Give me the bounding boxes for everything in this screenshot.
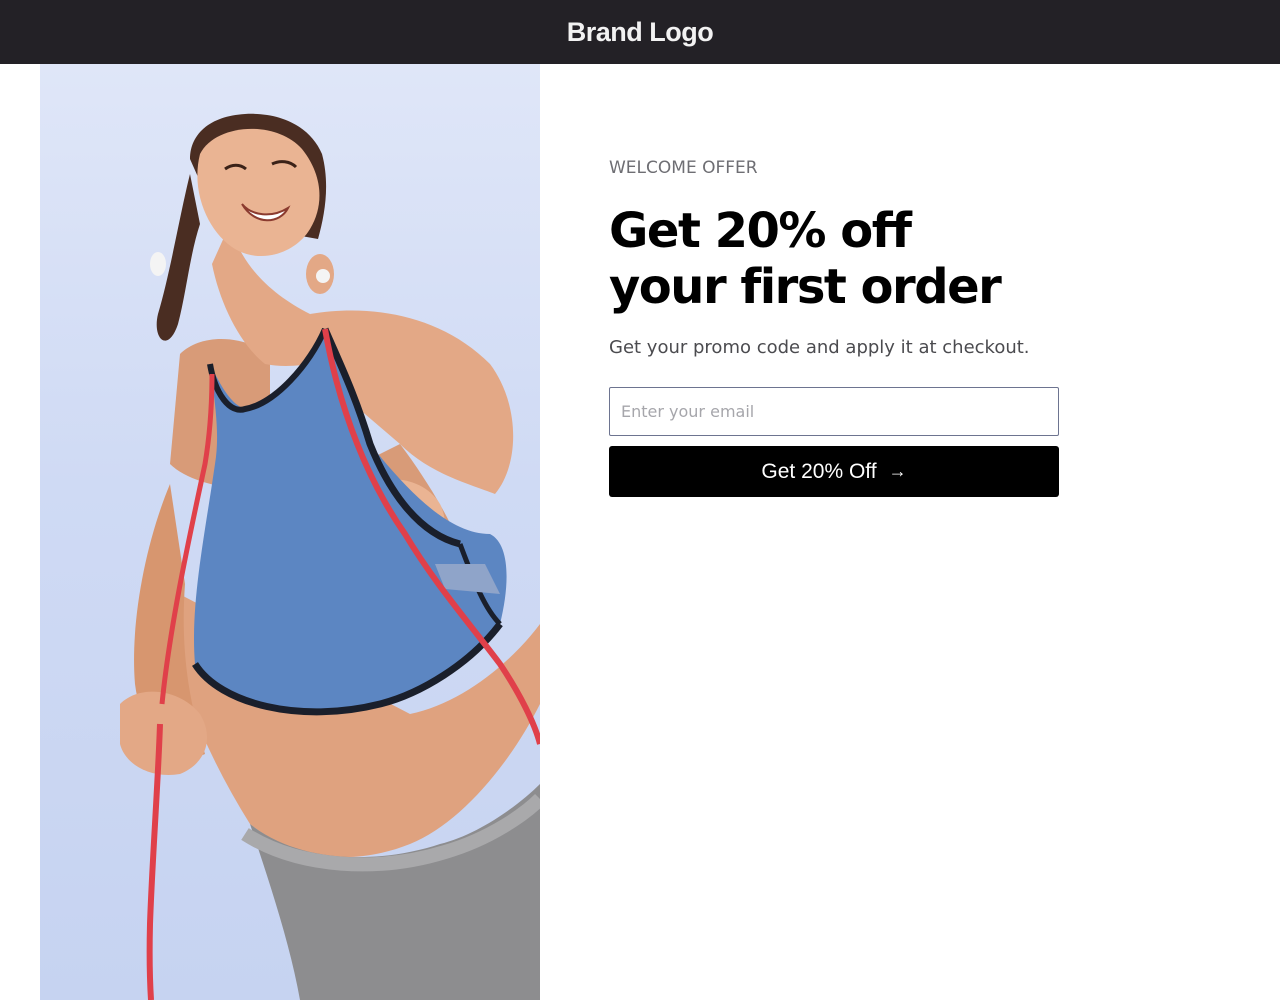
offer-headline: Get 20% off your first order bbox=[609, 203, 1069, 315]
offer-eyebrow: WELCOME OFFER bbox=[609, 158, 758, 178]
offer-subtext: Get your promo code and apply it at chec… bbox=[609, 337, 1030, 358]
athlete-illustration bbox=[120, 113, 540, 1000]
email-field[interactable] bbox=[609, 387, 1059, 436]
headline-line-1: Get 20% off bbox=[609, 203, 912, 259]
get-discount-button[interactable]: Get 20% Off → bbox=[609, 446, 1059, 497]
top-bar: Brand Logo bbox=[0, 0, 1280, 64]
offer-panel: WELCOME OFFER Get 20% off your first ord… bbox=[609, 155, 1069, 497]
hero-image bbox=[40, 64, 540, 1000]
brand-logo[interactable]: Brand Logo bbox=[567, 17, 714, 48]
headline-line-2: your first order bbox=[609, 259, 1002, 315]
arrow-right-icon: → bbox=[888, 461, 907, 481]
get-discount-button-label: Get 20% Off bbox=[761, 459, 877, 483]
